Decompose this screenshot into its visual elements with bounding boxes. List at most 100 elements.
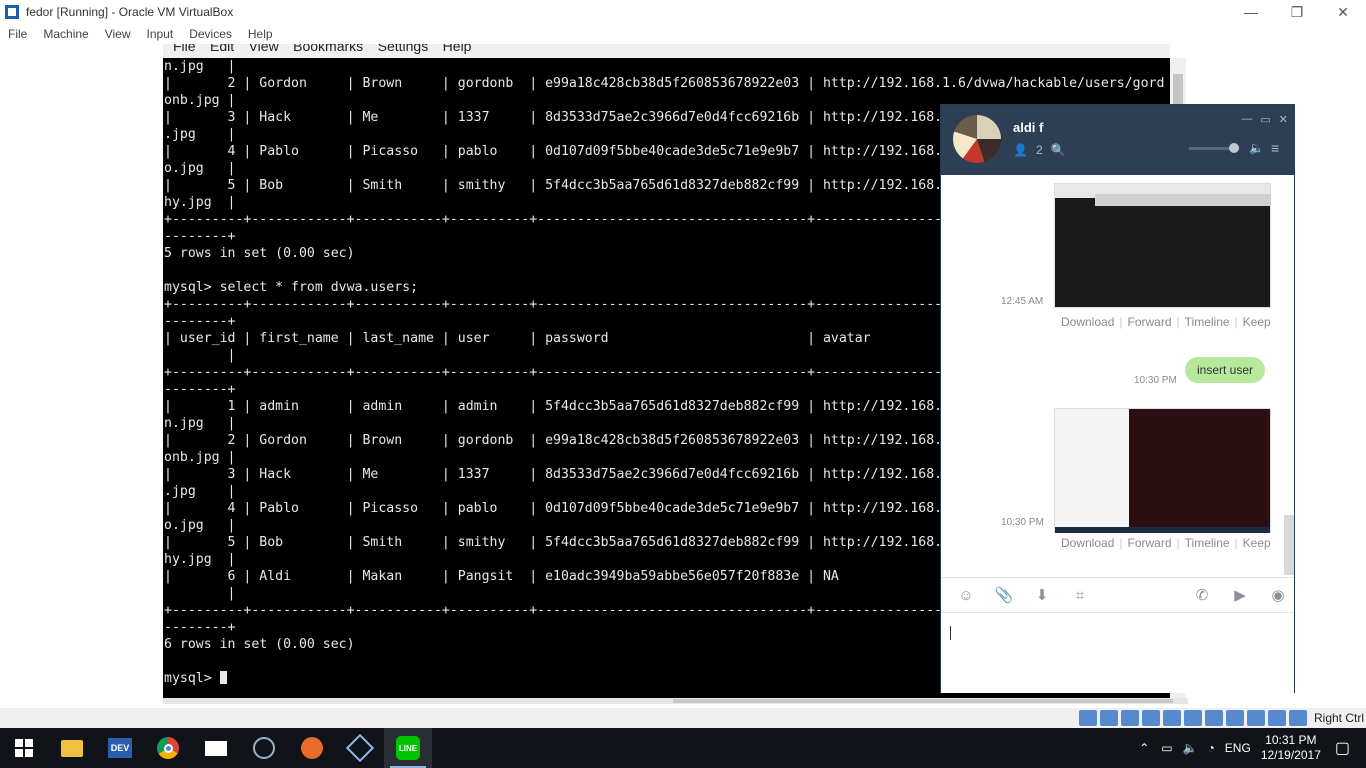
line-icon: LINE bbox=[396, 736, 420, 760]
members-icon[interactable]: 👤 bbox=[1013, 143, 1028, 157]
taskbar: DEV LINE ⌃ ▭ 🔈 ◔ ENG 10:31 PM 12/19/2017… bbox=[0, 728, 1366, 768]
shared-folders-icon[interactable] bbox=[1183, 710, 1202, 726]
video-capture-icon[interactable] bbox=[1225, 710, 1244, 726]
message-time: 10:30 PM bbox=[1001, 517, 1044, 528]
download-link[interactable]: Download bbox=[1061, 315, 1114, 329]
forward-link[interactable]: Forward bbox=[1128, 315, 1172, 329]
pen-icon bbox=[301, 737, 323, 759]
text-message[interactable]: insert user bbox=[1185, 357, 1266, 383]
maximize-button[interactable]: ❐ bbox=[1274, 0, 1320, 24]
image-message-2[interactable] bbox=[1054, 408, 1271, 533]
virtualbox-button[interactable] bbox=[336, 728, 384, 768]
line-window-controls: — ▭ ✕ bbox=[1241, 113, 1288, 126]
line-app-button[interactable]: LINE bbox=[384, 728, 432, 768]
keyboard-icon[interactable] bbox=[1288, 710, 1307, 726]
audio-icon[interactable] bbox=[1120, 710, 1139, 726]
language-indicator[interactable]: ENG bbox=[1225, 741, 1251, 755]
menu-devices[interactable]: Devices bbox=[181, 27, 240, 41]
guest-menu-settings[interactable]: Settings bbox=[378, 44, 429, 54]
menu-icon[interactable]: ≡ bbox=[1271, 140, 1279, 156]
virtualbox-icon bbox=[345, 733, 375, 763]
line-maximize-button[interactable]: ▭ bbox=[1260, 113, 1270, 126]
message-input[interactable] bbox=[941, 613, 1294, 693]
cpu-icon[interactable] bbox=[1246, 710, 1265, 726]
chat-scrollbar[interactable] bbox=[1284, 515, 1294, 575]
horizontal-scrollbar[interactable] bbox=[163, 698, 1188, 704]
usb-icon[interactable] bbox=[1162, 710, 1181, 726]
video-call-icon[interactable]: ▶ bbox=[1227, 586, 1253, 604]
devcpp-button[interactable]: DEV bbox=[96, 728, 144, 768]
file-explorer-button[interactable] bbox=[48, 728, 96, 768]
terminal-cursor bbox=[219, 671, 227, 684]
forward-link[interactable]: Forward bbox=[1128, 536, 1172, 550]
guest-menu-file[interactable]: File bbox=[173, 44, 196, 54]
download-link[interactable]: Download bbox=[1061, 536, 1114, 550]
menu-machine[interactable]: Machine bbox=[35, 27, 96, 41]
window-title: fedor [Running] - Oracle VM VirtualBox bbox=[26, 5, 234, 19]
devcpp-icon: DEV bbox=[108, 738, 132, 758]
vbox-statusbar: Right Ctrl bbox=[0, 708, 1366, 728]
member-count: 2 bbox=[1035, 143, 1043, 157]
volume-icon[interactable]: 🔈 bbox=[1183, 741, 1198, 755]
speaker-icon[interactable]: 🔈 bbox=[1249, 141, 1264, 155]
horizontal-scroll-thumb[interactable] bbox=[673, 699, 1173, 703]
line-minimize-button[interactable]: — bbox=[1241, 113, 1252, 126]
start-button[interactable] bbox=[0, 728, 48, 768]
live-icon[interactable]: ◉ bbox=[1265, 586, 1291, 604]
guest-menu-help[interactable]: Help bbox=[443, 44, 472, 54]
battery-icon[interactable]: ▭ bbox=[1161, 741, 1172, 755]
optical-drive-icon[interactable] bbox=[1099, 710, 1118, 726]
search-icon[interactable]: 🔍 bbox=[1051, 143, 1066, 157]
attach-icon[interactable]: 📎 bbox=[991, 586, 1017, 604]
emoji-icon[interactable]: ☺ bbox=[953, 587, 979, 604]
message-time: 10:30 PM bbox=[1134, 375, 1177, 386]
close-button[interactable]: ✕ bbox=[1320, 0, 1366, 24]
system-tray: ⌃ ▭ 🔈 ◔ ENG 10:31 PM 12/19/2017 ▢ bbox=[1139, 728, 1366, 768]
keep-save-icon[interactable]: ⬇ bbox=[1029, 586, 1055, 604]
screenshot-icon[interactable]: ⌗ bbox=[1067, 587, 1093, 604]
menu-file[interactable]: File bbox=[0, 27, 35, 41]
globe-icon bbox=[253, 737, 275, 759]
message-time: 12:45 AM bbox=[1001, 296, 1044, 307]
hard-disk-icon[interactable] bbox=[1078, 710, 1097, 726]
keep-link[interactable]: Keep bbox=[1243, 536, 1271, 550]
mouse-integration-icon[interactable] bbox=[1267, 710, 1286, 726]
line-chat-window[interactable]: aldi f 👤 2 🔍 — ▭ ✕ 🔈 ≡ 12:45 AM Download… bbox=[940, 104, 1295, 693]
mail-button[interactable] bbox=[192, 728, 240, 768]
timeline-link[interactable]: Timeline bbox=[1185, 536, 1230, 550]
show-hidden-icons[interactable]: ⌃ bbox=[1139, 741, 1149, 755]
clock[interactable]: 10:31 PM 12/19/2017 bbox=[1261, 733, 1321, 763]
network-app-button[interactable] bbox=[240, 728, 288, 768]
guest-menu-bookmarks[interactable]: Bookmarks bbox=[293, 44, 363, 54]
minimize-button[interactable]: — bbox=[1228, 0, 1274, 24]
voice-call-icon[interactable]: ✆ bbox=[1189, 586, 1215, 604]
volume-slider[interactable] bbox=[1189, 143, 1239, 153]
line-close-button[interactable]: ✕ bbox=[1279, 113, 1288, 126]
guest-menu-view[interactable]: View bbox=[249, 44, 279, 54]
image-message-1[interactable] bbox=[1054, 183, 1271, 308]
image-actions-2: Download | Forward | Timeline | Keep bbox=[1061, 536, 1271, 550]
chat-toolbar: ☺ 📎 ⬇ ⌗ ✆ ▶ ◉ bbox=[941, 577, 1294, 613]
menu-help[interactable]: Help bbox=[240, 27, 281, 41]
chrome-icon bbox=[157, 737, 179, 759]
notifications-icon[interactable]: ▢ bbox=[1335, 738, 1350, 758]
contact-avatar[interactable] bbox=[953, 115, 1001, 163]
keep-link[interactable]: Keep bbox=[1243, 315, 1271, 329]
timeline-link[interactable]: Timeline bbox=[1185, 315, 1230, 329]
volume-knob[interactable] bbox=[1229, 143, 1239, 153]
pen-tool-button[interactable] bbox=[288, 728, 336, 768]
chat-messages[interactable]: 12:45 AM Download | Forward | Timeline | Ke… bbox=[941, 175, 1294, 577]
chrome-button[interactable] bbox=[144, 728, 192, 768]
display-icon[interactable] bbox=[1204, 710, 1223, 726]
folder-icon bbox=[61, 739, 83, 757]
menu-input[interactable]: Input bbox=[139, 27, 182, 41]
guest-menu-edit[interactable]: Edit bbox=[210, 44, 234, 54]
host-key-label: Right Ctrl bbox=[1313, 711, 1364, 725]
vbox-menubar: File Machine View Input Devices Help bbox=[0, 24, 1366, 44]
wifi-icon[interactable]: ◔ bbox=[1208, 741, 1215, 755]
menu-view[interactable]: View bbox=[97, 27, 139, 41]
network-icon[interactable] bbox=[1141, 710, 1160, 726]
clock-time: 10:31 PM bbox=[1265, 733, 1317, 747]
mysql-prompt: mysql> bbox=[164, 671, 220, 686]
clock-date: 12/19/2017 bbox=[1260, 748, 1321, 762]
